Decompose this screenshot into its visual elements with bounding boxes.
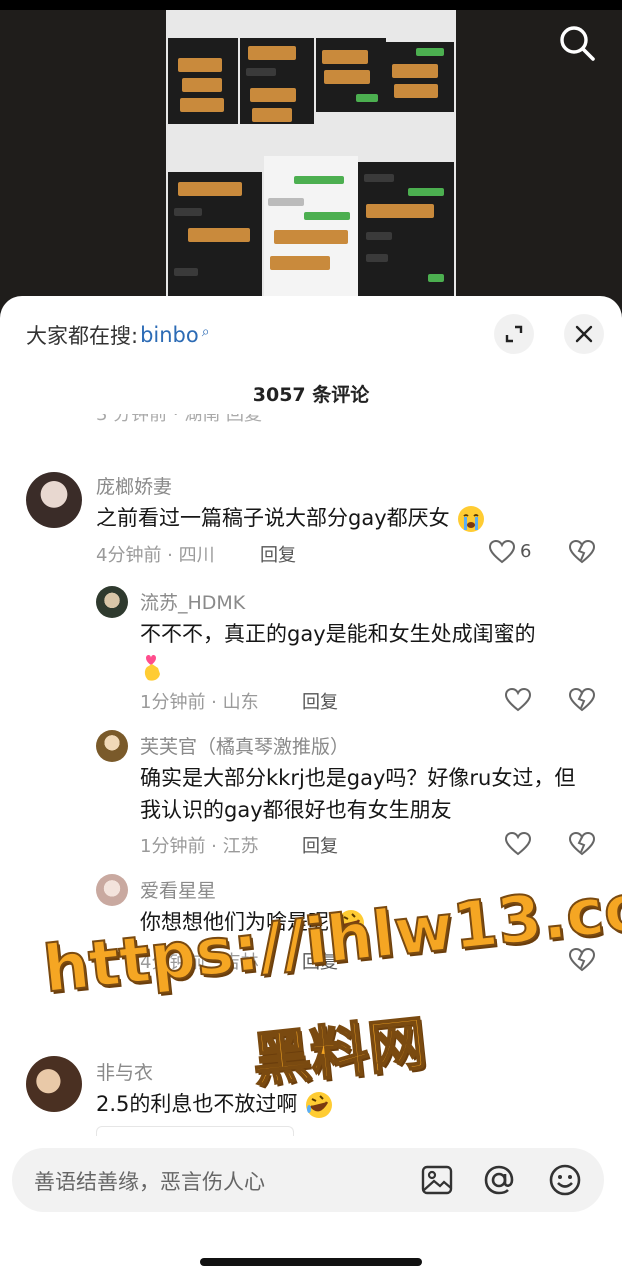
- search-icon: [560, 26, 595, 61]
- heart-icon[interactable]: [504, 686, 532, 714]
- watermark-name: 黑料网: [248, 1008, 430, 1096]
- reply-button[interactable]: 回复: [302, 832, 338, 858]
- reply-button[interactable]: 回复: [302, 688, 338, 714]
- home-indicator[interactable]: [200, 1258, 422, 1266]
- comment-username[interactable]: 芙芙官（橘真琴激推版）: [140, 732, 349, 759]
- status-bar: [0, 0, 622, 10]
- avatar[interactable]: [96, 730, 128, 762]
- heart-icon[interactable]: [504, 830, 532, 858]
- close-button[interactable]: [564, 314, 604, 354]
- close-icon: [575, 325, 593, 343]
- comment-time-location: 1分钟前 · 江苏: [140, 836, 259, 857]
- comment-time-location: 4分钟前 · 四川: [96, 545, 215, 566]
- broken-heart-icon[interactable]: [568, 538, 596, 566]
- comment-input[interactable]: 善语结善缘，恶言伤人心: [12, 1148, 604, 1212]
- comment-time-location: 1分钟前 · 山东: [140, 692, 259, 713]
- comment-text: 之前看过一篇稿子说大部分gay都厌女: [96, 502, 566, 534]
- comment-text: 2.5的利息也不放过啊: [96, 1088, 566, 1120]
- like-count: 6: [520, 541, 532, 562]
- rolling-on-floor-laughing-icon: [306, 1092, 333, 1118]
- video-preview[interactable]: [0, 0, 622, 310]
- comment-count: 3057 条评论: [252, 384, 370, 406]
- avatar[interactable]: [96, 874, 128, 906]
- heart-icon[interactable]: [488, 538, 516, 566]
- comment-text-body: 之前看过一篇稿子说大部分gay都厌女: [96, 506, 450, 530]
- broken-heart-icon[interactable]: [568, 830, 596, 858]
- hot-search-link[interactable]: 大家都在搜: binbo ⌕: [26, 320, 210, 350]
- loudly-crying-face-icon: [458, 506, 485, 532]
- comment-list[interactable]: 3 分钟前 · 湖南 回复 庞榔娇妻 之前看过一篇稿子说大部分gay都厌女 4分…: [0, 414, 622, 1136]
- expand-icon: [505, 325, 523, 343]
- image-icon[interactable]: [420, 1164, 454, 1196]
- comment-username[interactable]: 流苏_HDMK: [140, 588, 245, 615]
- comment-text-body: 不不不，真正的gay是能和女生处成闺蜜的: [140, 622, 536, 646]
- comment-username[interactable]: 庞榔娇妻: [96, 472, 172, 499]
- emoji-icon[interactable]: [548, 1163, 582, 1197]
- at-icon[interactable]: [482, 1163, 516, 1197]
- small-search-icon: ⌕: [201, 324, 210, 340]
- comment-username[interactable]: 爱看星星: [140, 876, 216, 903]
- comment-input-placeholder: 善语结善缘，恶言伤人心: [34, 1170, 265, 1194]
- comment-text: 不不不，真正的gay是能和女生处成闺蜜的: [140, 618, 600, 682]
- hot-search-label: 大家都在搜:: [26, 324, 139, 348]
- reply-button[interactable]: 回复: [260, 541, 296, 567]
- avatar[interactable]: [96, 586, 128, 618]
- hand-with-heart-icon: [144, 655, 160, 681]
- avatar[interactable]: [26, 472, 82, 528]
- search-button[interactable]: [556, 22, 598, 64]
- broken-heart-icon[interactable]: [568, 686, 596, 714]
- comment-sheet: 大家都在搜: binbo ⌕ 3057 条评论 3 分钟前 · 湖南 回复 庞榔…: [0, 296, 622, 1280]
- comment-text: 确实是大部分kkrj也是gay吗？好像ru女过，但我认识的gay都很好也有女生朋…: [140, 766, 576, 822]
- attached-image-preview[interactable]: [96, 1126, 294, 1136]
- avatar[interactable]: [26, 1056, 82, 1112]
- expand-button[interactable]: [494, 314, 534, 354]
- screen: 大家都在搜: binbo ⌕ 3057 条评论 3 分钟前 · 湖南 回复 庞榔…: [0, 0, 622, 1280]
- video-frame-image: [166, 10, 456, 310]
- clipped-comment-meta: 3 分钟前 · 湖南 回复: [96, 414, 263, 425]
- comment-username[interactable]: 非与衣: [96, 1058, 153, 1085]
- hot-search-keyword[interactable]: binbo: [140, 323, 199, 347]
